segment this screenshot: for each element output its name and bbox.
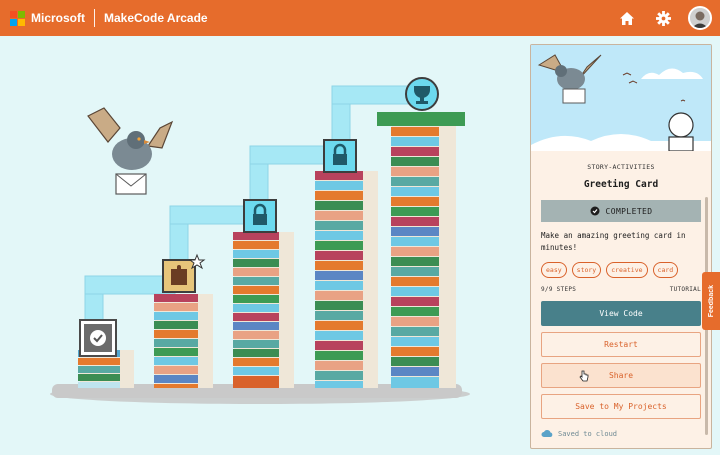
home-icon[interactable] bbox=[616, 7, 638, 29]
level-2-current[interactable] bbox=[162, 253, 206, 293]
activity-category: STORY-ACTIVITIES bbox=[587, 163, 655, 171]
level-map bbox=[0, 36, 528, 455]
book-stack-2 bbox=[154, 294, 213, 388]
level-3-locked[interactable] bbox=[243, 199, 277, 233]
pigeon-illustration bbox=[87, 107, 174, 195]
avatar[interactable] bbox=[688, 6, 712, 30]
level-4-locked[interactable] bbox=[323, 139, 357, 173]
book-stack-4 bbox=[315, 171, 378, 388]
book-stack-3 bbox=[233, 232, 294, 388]
brand-label[interactable]: Microsoft bbox=[31, 11, 85, 25]
activity-meta: 9/9 STEPS TUTORIAL bbox=[541, 286, 701, 293]
activity-type: TUTORIAL bbox=[669, 286, 701, 293]
status-label: COMPLETED bbox=[605, 206, 653, 216]
lock-icon bbox=[253, 214, 267, 225]
level-1-completed[interactable] bbox=[79, 319, 117, 357]
activity-sidebar: STORY-ACTIVITIES Greeting Card COMPLETED… bbox=[530, 44, 712, 449]
check-circle-icon bbox=[590, 206, 600, 216]
save-to-projects-button[interactable]: Save to My Projects bbox=[541, 394, 701, 419]
cloud-check-icon bbox=[541, 430, 553, 437]
header-divider bbox=[94, 9, 95, 27]
share-label: Share bbox=[608, 371, 634, 380]
restart-button[interactable]: Restart bbox=[541, 332, 701, 357]
steps-count: 9/9 STEPS bbox=[541, 286, 577, 293]
lock-icon bbox=[333, 154, 347, 165]
share-button[interactable]: Share bbox=[541, 363, 701, 388]
activity-title: Greeting Card bbox=[583, 179, 659, 190]
microsoft-logo-icon bbox=[10, 10, 25, 26]
feedback-tab[interactable]: Feedback bbox=[702, 272, 720, 330]
activity-description: Make an amazing greeting card in minutes… bbox=[541, 231, 686, 252]
activity-illustration bbox=[531, 45, 711, 152]
gear-icon[interactable] bbox=[652, 7, 674, 29]
view-code-button[interactable]: View Code bbox=[541, 301, 701, 326]
status-badge: COMPLETED bbox=[541, 200, 701, 222]
tag-card[interactable]: card bbox=[652, 262, 679, 278]
book-stack-5 bbox=[377, 112, 465, 388]
tag-easy[interactable]: easy bbox=[541, 262, 567, 278]
feedback-label: Feedback bbox=[707, 284, 715, 318]
tag-creative[interactable]: creative bbox=[606, 262, 648, 278]
level-5-trophy[interactable] bbox=[405, 77, 439, 111]
hand-cursor-icon bbox=[579, 370, 589, 382]
tag-story[interactable]: story bbox=[571, 262, 602, 278]
saved-label: Saved to cloud bbox=[558, 429, 618, 438]
save-status: Saved to cloud bbox=[541, 429, 701, 438]
tag-list: easy story creative card bbox=[541, 262, 701, 278]
app-title[interactable]: MakeCode Arcade bbox=[104, 11, 208, 25]
top-bar: Microsoft MakeCode Arcade bbox=[0, 0, 720, 36]
